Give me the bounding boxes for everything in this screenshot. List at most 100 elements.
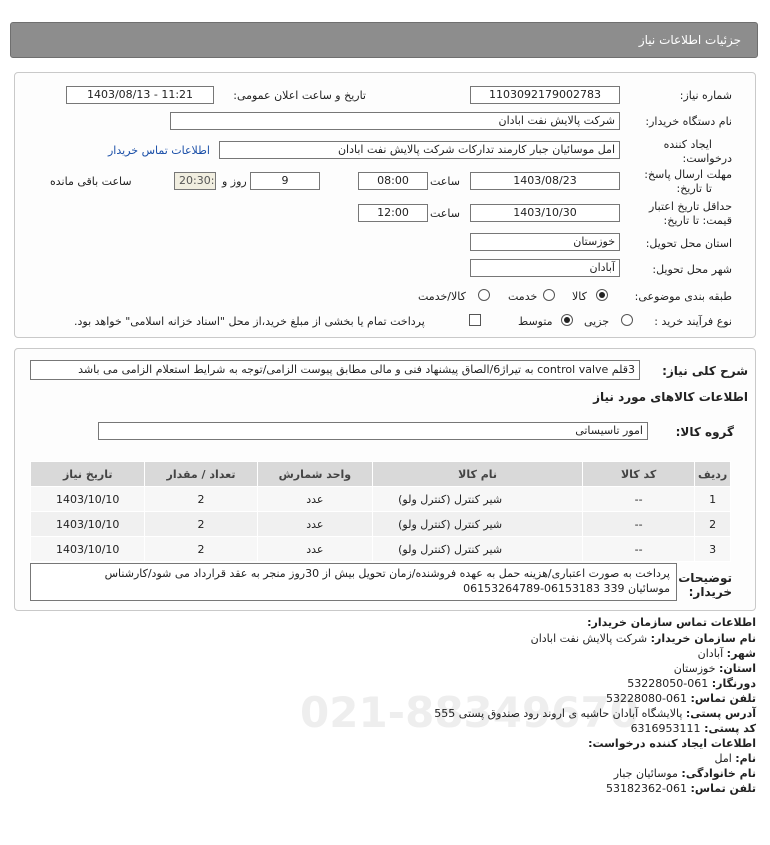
col-name: نام کالا <box>372 461 584 487</box>
deadline-time-label: ساعت <box>430 175 460 188</box>
remaining-time-label: ساعت باقی مانده <box>50 175 132 188</box>
validity-date-field: 1403/10/30 <box>470 204 620 222</box>
cell-code: -- <box>582 536 696 562</box>
announce-label: تاریخ و ساعت اعلان عمومی: <box>233 89 366 102</box>
province-field: خوزستان <box>470 233 620 251</box>
category-radio-goods[interactable] <box>596 289 608 301</box>
cell-code: -- <box>582 486 696 512</box>
creator-phone-value: 061-53182362 <box>606 782 688 795</box>
cell-row: 2 <box>694 511 731 537</box>
creator-family: نام خانوادگی: موسائیان جبار <box>614 767 756 780</box>
cell-name: شیر کنترل (کنترل ولو) <box>372 536 584 562</box>
category-radio-goods-service[interactable] <box>478 289 490 301</box>
treasury-payment-note: پرداخت تمام یا بخشی از مبلغ خرید،از محل … <box>74 315 425 328</box>
remaining-time-field: 20:30:33 <box>174 172 216 190</box>
notes-label-2: خریدار: <box>688 585 732 599</box>
buyer-org-label: نام دستگاه خریدار: <box>645 115 732 128</box>
validity-label-2: قیمت: تا تاریخ: <box>663 214 732 227</box>
table-row: 3 -- شیر کنترل (کنترل ولو) عدد 2 1403/10… <box>29 536 731 562</box>
deadline-label-1: مهلت ارسال پاسخ: <box>644 168 732 181</box>
contact-city-key: شهر: <box>726 647 756 660</box>
cell-row: 1 <box>694 486 731 512</box>
category-service-label: خدمت <box>508 290 538 303</box>
validity-label-1: حداقل تاریخ اعتبار <box>648 200 732 213</box>
col-qty: تعداد / مقدار <box>144 461 258 487</box>
contact-address-key: آدرس پستی: <box>685 707 756 720</box>
cell-qty: 2 <box>144 511 258 537</box>
notes-line-1: پرداخت به صورت اعتباری/هزینه حمل به عهده… <box>104 567 670 580</box>
contact-address: آدرس پستی: پالایشگاه آبادان حاشیه ی ارون… <box>434 707 756 720</box>
contact-postal-key: کد پستی: <box>704 722 756 735</box>
contact-postal-value: 6316953111 <box>630 722 701 735</box>
creator-label-1: ایجاد کننده <box>663 138 712 151</box>
deadline-label-2: تا تاریخ: <box>676 182 712 195</box>
contact-title: اطلاعات تماس سازمان خریدار: <box>587 616 756 629</box>
col-date: تاریخ نیاز <box>29 461 146 487</box>
cell-row: 3 <box>694 536 731 562</box>
category-radio-service[interactable] <box>543 289 555 301</box>
cell-qty: 2 <box>144 486 258 512</box>
cell-qty: 2 <box>144 536 258 562</box>
cell-date: 1403/10/10 <box>29 536 146 562</box>
creator-name-value: امل <box>714 752 732 765</box>
announce-datetime-field: 1403/08/13 - 11:21 <box>66 86 214 104</box>
cell-date: 1403/10/10 <box>29 486 146 512</box>
contact-fax: دورنگار: 061-53228050 <box>627 677 756 690</box>
process-medium-label: متوسط <box>518 315 553 328</box>
summary-label: شرح کلی نیاز: <box>662 364 748 378</box>
notes-box: پرداخت به صورت اعتباری/هزینه حمل به عهده… <box>30 563 677 601</box>
creator-label-2: درخواست: <box>682 152 732 165</box>
city-field: آبادان <box>470 259 620 277</box>
contact-city: شهر: آبادان <box>698 647 756 660</box>
buyer-contact-link[interactable]: اطلاعات تماس خریدار <box>108 144 210 157</box>
cell-unit: عدد <box>256 536 374 562</box>
contact-fax-key: دورنگار: <box>711 677 756 690</box>
goods-table: ردیف کد کالا نام کالا واحد شمارش تعداد /… <box>29 461 731 562</box>
creator-phone-key: تلفن تماس: <box>690 782 756 795</box>
col-row: ردیف <box>694 461 731 487</box>
table-row: 2 -- شیر کنترل (کنترل ولو) عدد 2 1403/10… <box>29 511 731 537</box>
cell-unit: عدد <box>256 511 374 537</box>
category-label: طبقه بندی موضوعی: <box>634 290 732 303</box>
deadline-date-field: 1403/08/23 <box>470 172 620 190</box>
process-radio-minor[interactable] <box>621 314 633 326</box>
goods-section-title: اطلاعات کالاهای مورد نیاز <box>593 390 748 404</box>
creator-family-value: موسائیان جبار <box>613 767 678 780</box>
page-header: جزئیات اطلاعات نیاز <box>10 22 758 58</box>
cell-date: 1403/10/10 <box>29 511 146 537</box>
notes-label-1: توضیحات <box>678 571 732 585</box>
goods-group-field: امور تاسیساتی <box>98 422 648 440</box>
creator-field: امل موسائیان جبار کارمند تدارکات شرکت پا… <box>219 141 620 159</box>
creator-name: نام: امل <box>714 752 756 765</box>
col-unit: واحد شمارش <box>256 461 374 487</box>
contact-phone-value: 061-53228080 <box>606 692 688 705</box>
contact-province-value: خوزستان <box>673 662 716 675</box>
need-number-field: 1103092179002783 <box>470 86 620 104</box>
contact-org-value: شرکت پالایش نفت ابادان <box>530 632 648 645</box>
contact-postal: کد پستی: 6316953111 <box>631 722 756 735</box>
cell-unit: عدد <box>256 486 374 512</box>
process-minor-label: جزیی <box>584 315 610 328</box>
col-code: کد کالا <box>582 461 696 487</box>
contact-fax-value: 061-53228050 <box>627 677 709 690</box>
contact-province: استان: خوزستان <box>674 662 756 675</box>
summary-field: 3قلم control valve به تیراژ6/الصاق پیشنه… <box>30 360 640 380</box>
process-radio-medium[interactable] <box>561 314 573 326</box>
creator-name-key: نام: <box>735 752 756 765</box>
creator-info-title: اطلاعات ایجاد کننده درخواست: <box>588 737 756 750</box>
notes-line-2: موسائیان 339 06153183-06153264789 <box>463 582 670 595</box>
contact-address-value: پالایشگاه آبادان حاشیه ی اروند رود صندوق… <box>434 707 683 720</box>
days-remaining-field: 9 <box>250 172 320 190</box>
goods-group-label: گروه کالا: <box>675 425 734 439</box>
province-label: استان محل تحویل: <box>645 237 732 250</box>
city-label: شهر محل تحویل: <box>652 263 732 276</box>
category-goods-label: کالا <box>572 290 587 303</box>
contact-org-key: نام سازمان خریدار: <box>650 632 756 645</box>
need-number-label: شماره نیاز: <box>679 89 732 102</box>
contact-org: نام سازمان خریدار: شرکت پالایش نفت ابادا… <box>531 632 756 645</box>
process-label: نوع فرآیند خرید : <box>654 315 732 328</box>
page-title: جزئیات اطلاعات نیاز <box>638 33 741 47</box>
cell-name: شیر کنترل (کنترل ولو) <box>372 486 584 512</box>
validity-time-label: ساعت <box>430 207 460 220</box>
treasury-payment-checkbox[interactable] <box>469 314 481 326</box>
